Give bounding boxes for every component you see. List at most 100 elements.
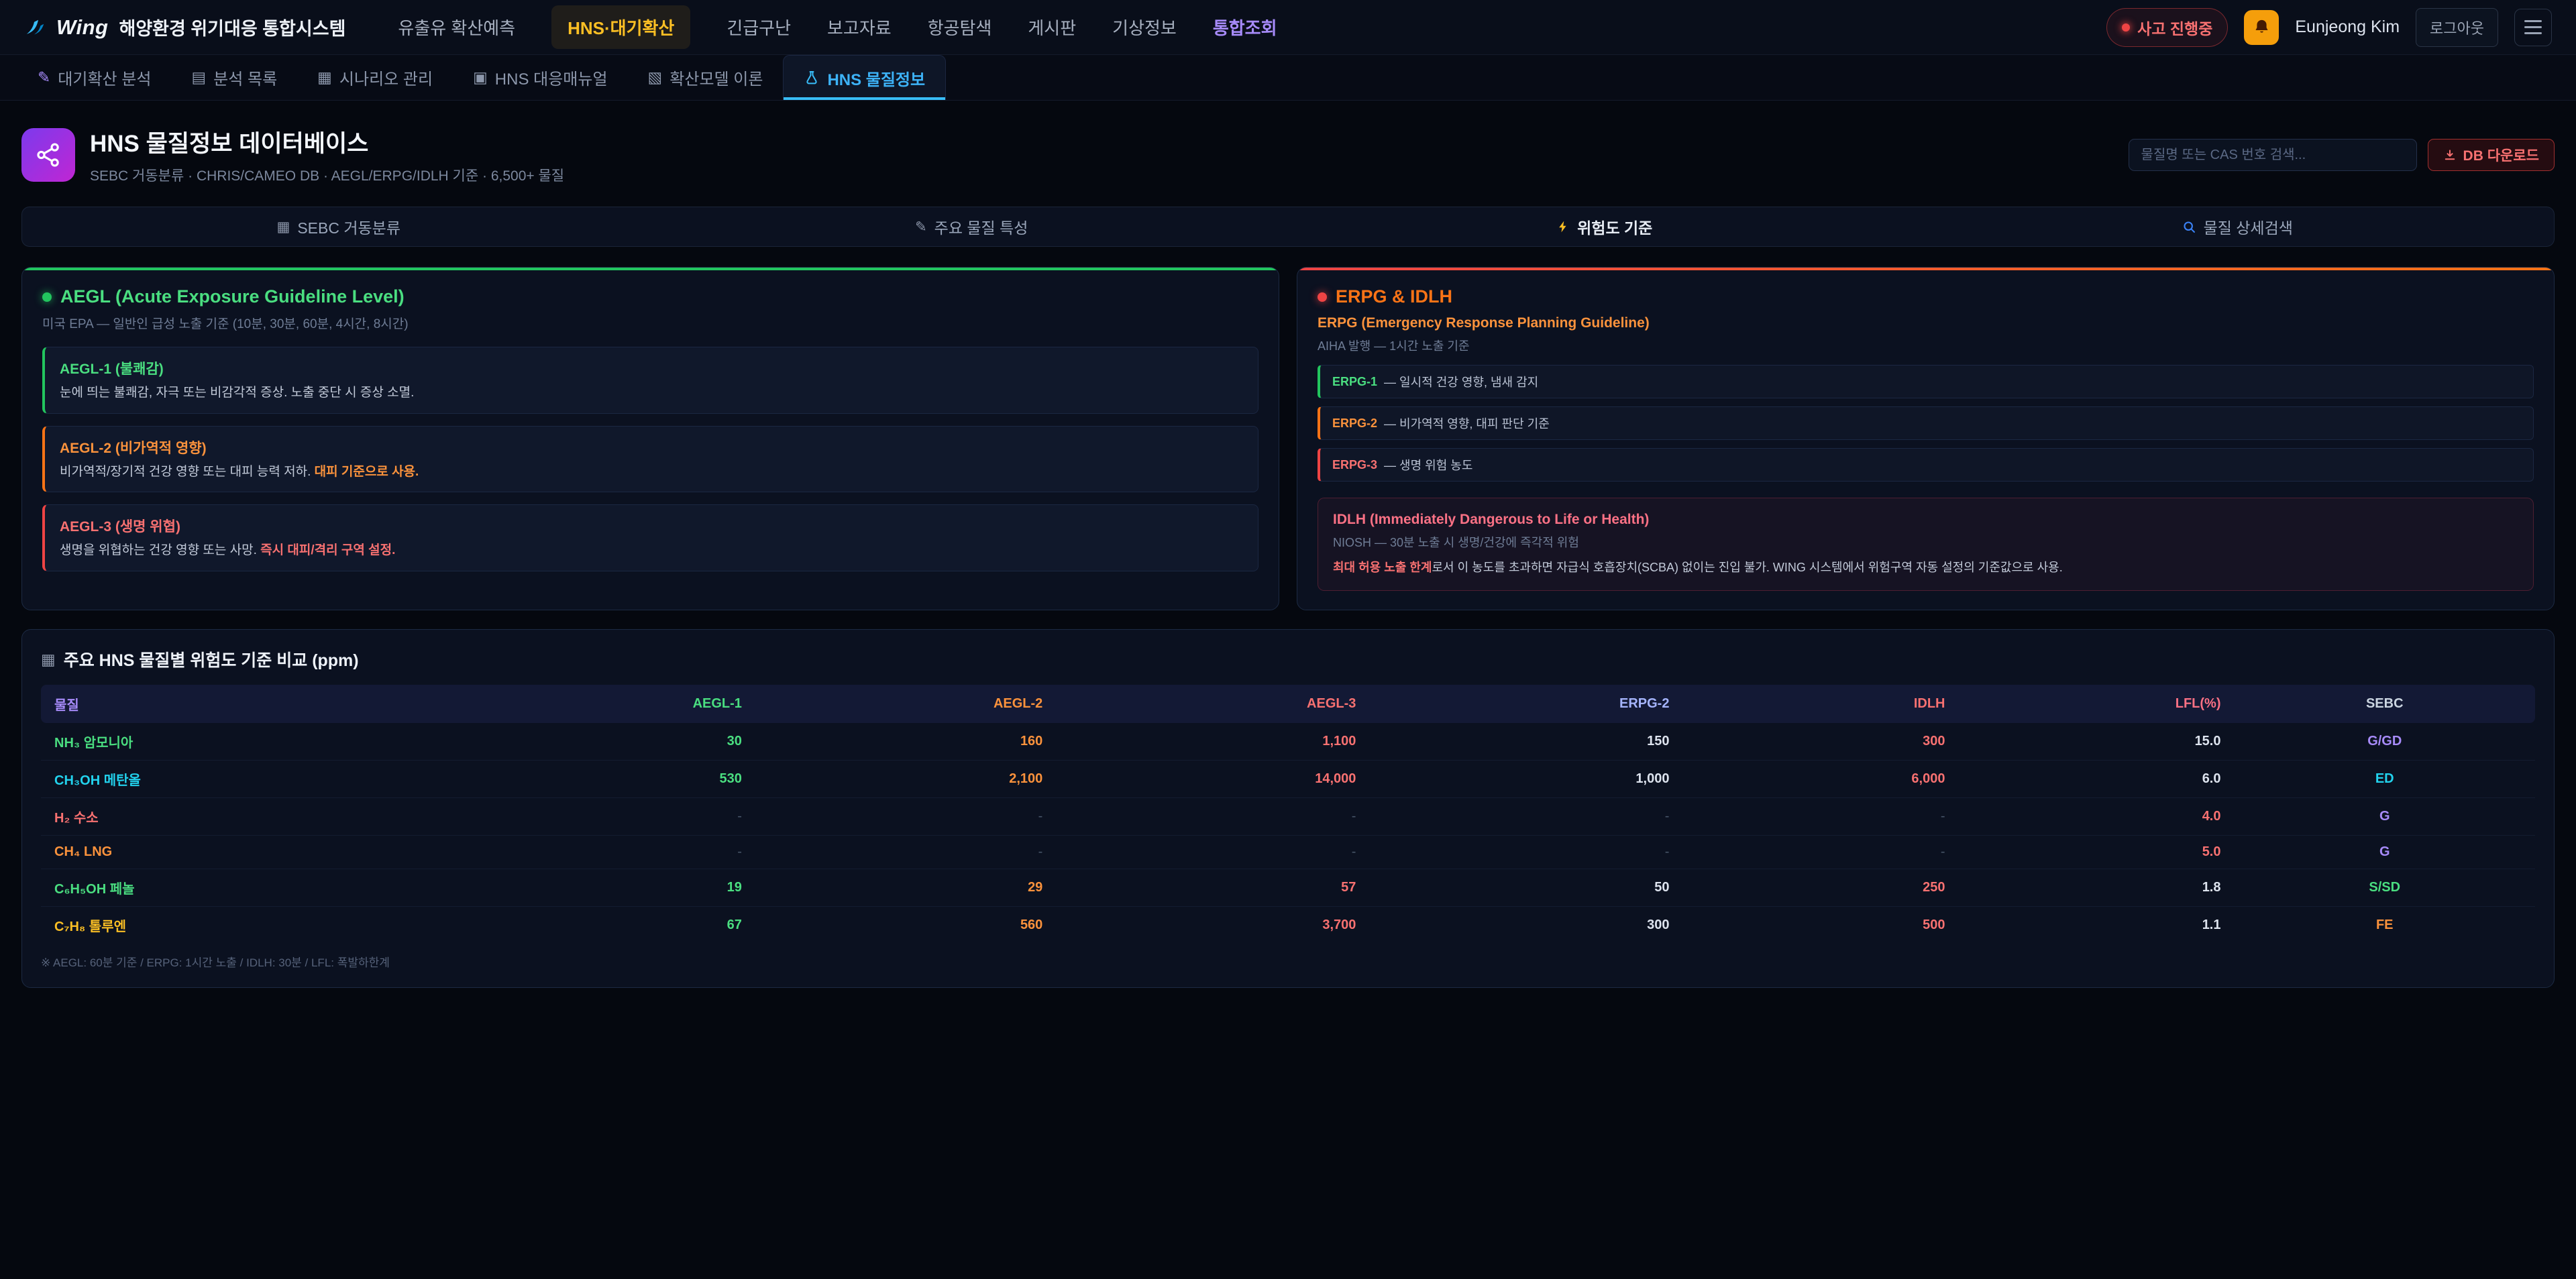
col-header-aegl2: AEGL-2 xyxy=(755,685,1056,723)
cell-idlh: 500 xyxy=(1682,907,1958,944)
cell-erpg2: 150 xyxy=(1369,723,1682,761)
scenario-icon: ▦ xyxy=(317,68,332,87)
cell-lfl: 1.1 xyxy=(1958,907,2234,944)
system-title: 해양환경 위기대응 통합시스템 xyxy=(119,14,345,40)
cell-sebc: G xyxy=(2235,798,2536,836)
tab-diffusion-model-theory[interactable]: ▧ 확산모델 이론 xyxy=(628,55,784,100)
table-row[interactable]: C₆H₅OH 페놀 19 29 57 50 250 1.8 S/SD xyxy=(41,869,2535,907)
erpg-3-row: ERPG-3 — 생명 위험 농도 xyxy=(1318,448,2534,482)
cell-erpg2: - xyxy=(1369,798,1682,836)
cell-idlh: 300 xyxy=(1682,723,1958,761)
status-dot-icon xyxy=(2122,23,2130,32)
section-tab-properties[interactable]: ✎ 주요 물질 특성 xyxy=(655,207,1289,246)
brand[interactable]: Wing 해양환경 위기대응 통합시스템 xyxy=(24,14,345,40)
cell-lfl: 1.8 xyxy=(1958,869,2234,907)
cell-idlh: - xyxy=(1682,798,1958,836)
substance-search-input[interactable] xyxy=(2129,139,2417,171)
cell-idlh: 250 xyxy=(1682,869,1958,907)
nav-item-oil-spill[interactable]: 유출유 확산예측 xyxy=(398,15,515,40)
hamburger-menu-button[interactable] xyxy=(2514,9,2552,46)
idlh-description: 최대 허용 노출 한계로서 이 농도를 초과하면 자급식 호흡장치(SCBA) … xyxy=(1333,559,2518,577)
cell-erpg2: 1,000 xyxy=(1369,761,1682,798)
tab-hns-substance-info[interactable]: HNS 물질정보 xyxy=(783,55,946,100)
cell-aegl1: - xyxy=(467,836,755,869)
page-header: HNS 물질정보 데이터베이스 SEBC 거동분류 · CHRIS/CAMEO … xyxy=(21,125,2555,185)
comparison-table-card: ▦ 주요 HNS 물질별 위험도 기준 비교 (ppm) 물질 AEGL-1 A… xyxy=(21,629,2555,988)
cell-aegl2: - xyxy=(755,836,1056,869)
cell-lfl: 15.0 xyxy=(1958,723,2234,761)
tab-atmospheric-analysis[interactable]: ✎ 대기확산 분석 xyxy=(17,55,171,100)
section-tab-detail-search[interactable]: 물질 상세검색 xyxy=(1921,207,2555,246)
flask-icon xyxy=(804,70,820,86)
table-header-row: 물질 AEGL-1 AEGL-2 AEGL-3 ERPG-2 IDLH LFL(… xyxy=(41,685,2535,723)
aegl-3-title: AEGL-3 (생명 위협) xyxy=(60,516,1243,536)
incident-status-badge[interactable]: 사고 진행중 xyxy=(2106,8,2228,47)
cell-substance: CH₃OH 메탄올 xyxy=(41,761,467,798)
table-row[interactable]: CH₃OH 메탄올 530 2,100 14,000 1,000 6,000 6… xyxy=(41,761,2535,798)
red-dot-icon xyxy=(1318,292,1327,302)
cell-sebc: G/GD xyxy=(2235,723,2536,761)
cell-idlh: - xyxy=(1682,836,1958,869)
tab-hns-response-manual[interactable]: ▣ HNS 대응매뉴얼 xyxy=(453,55,627,100)
erpg-1-row: ERPG-1 — 일시적 건강 영향, 냄새 감지 xyxy=(1318,365,2534,398)
cell-aegl3: 14,000 xyxy=(1056,761,1369,798)
cell-lfl: 4.0 xyxy=(1958,798,2234,836)
table-footnote: ※ AEGL: 60분 기준 / ERPG: 1시간 노출 / IDLH: 30… xyxy=(41,953,2535,970)
cell-substance: C₆H₅OH 페놀 xyxy=(41,869,467,907)
cell-aegl1: 530 xyxy=(467,761,755,798)
nav-item-board[interactable]: 게시판 xyxy=(1028,15,1076,40)
logout-button[interactable]: 로그아웃 xyxy=(2416,8,2498,47)
pencil-icon: ✎ xyxy=(38,68,50,87)
table-row[interactable]: C₇H₈ 톨루엔 67 560 3,700 300 500 1.1 FE xyxy=(41,907,2535,944)
cell-aegl3: 3,700 xyxy=(1056,907,1369,944)
tab-scenario-management[interactable]: ▦ 시나리오 관리 xyxy=(297,55,453,100)
table-row[interactable]: NH₃ 암모니아 30 160 1,100 150 300 15.0 G/GD xyxy=(41,723,2535,761)
tab-analysis-list[interactable]: ▤ 분석 목록 xyxy=(171,55,297,100)
section-tab-hazard-criteria[interactable]: 위험도 기준 xyxy=(1288,207,1921,246)
cell-aegl3: 57 xyxy=(1056,869,1369,907)
nav-item-emergency-rescue[interactable]: 긴급구난 xyxy=(727,15,791,40)
module-tabbar: ✎ 대기확산 분석 ▤ 분석 목록 ▦ 시나리오 관리 ▣ HNS 대응매뉴얼 … xyxy=(0,55,2576,101)
idlh-subtitle: NIOSH — 30분 노출 시 생명/건강에 즉각적 위험 xyxy=(1333,533,2518,551)
nav-item-reports[interactable]: 보고자료 xyxy=(827,15,892,40)
nav-item-hns-atmospheric[interactable]: HNS·대기확산 xyxy=(551,5,690,49)
lightning-icon xyxy=(1556,220,1570,233)
aegl-2-card: AEGL-2 (비가역적 영향) 비가역적/장기적 건강 영향 또는 대피 능력… xyxy=(42,426,1258,493)
idlh-info-box: IDLH (Immediately Dangerous to Life or H… xyxy=(1318,498,2534,591)
comparison-table-title: 주요 HNS 물질별 위험도 기준 비교 (ppm) xyxy=(64,647,359,671)
page: { "colors": { "accent_amber": "#fbbf24",… xyxy=(0,0,2576,1279)
db-download-button[interactable]: DB 다운로드 xyxy=(2428,139,2555,171)
criteria-panels: AEGL (Acute Exposure Guideline Level) 미국… xyxy=(21,267,2555,610)
cell-aegl2: 29 xyxy=(755,869,1056,907)
aegl-3-card: AEGL-3 (생명 위협) 생명을 위협하는 건강 영향 또는 사망. 즉시 … xyxy=(42,504,1258,571)
list-icon: ▤ xyxy=(191,68,206,87)
top-navbar: Wing 해양환경 위기대응 통합시스템 유출유 확산예측 HNS·대기확산 긴… xyxy=(0,0,2576,55)
cell-aegl2: 160 xyxy=(755,723,1056,761)
wing-logo-icon xyxy=(24,15,48,40)
cell-sebc: ED xyxy=(2235,761,2536,798)
col-header-aegl1: AEGL-1 xyxy=(467,685,755,723)
page-title: HNS 물질정보 데이터베이스 xyxy=(90,125,564,159)
table-row[interactable]: CH₄ LNG - - - - - 5.0 G xyxy=(41,836,2535,869)
section-tab-sebc[interactable]: ▦ SEBC 거동분류 xyxy=(22,207,655,246)
hamburger-icon xyxy=(2524,20,2542,22)
nav-item-aerial-search[interactable]: 항공탐색 xyxy=(928,15,992,40)
page-subtitle: SEBC 거동분류 · CHRIS/CAMEO DB · AEGL/ERPG/I… xyxy=(90,165,564,185)
grid-icon: ▦ xyxy=(276,219,290,235)
aegl-2-title: AEGL-2 (비가역적 영향) xyxy=(60,437,1243,457)
table-row[interactable]: H₂ 수소 - - - - - 4.0 G xyxy=(41,798,2535,836)
cell-substance: C₇H₈ 톨루엔 xyxy=(41,907,467,944)
erpg-panel-title: ERPG & IDLH xyxy=(1336,286,1452,307)
nav-item-weather[interactable]: 기상정보 xyxy=(1112,15,1177,40)
download-icon xyxy=(2443,148,2457,162)
cell-lfl: 6.0 xyxy=(1958,761,2234,798)
cell-lfl: 5.0 xyxy=(1958,836,2234,869)
col-header-idlh: IDLH xyxy=(1682,685,1958,723)
cell-aegl3: - xyxy=(1056,798,1369,836)
erpg-idlh-panel: ERPG & IDLH ERPG (Emergency Response Pla… xyxy=(1297,267,2555,610)
notifications-button[interactable] xyxy=(2244,10,2279,45)
cell-sebc: G xyxy=(2235,836,2536,869)
pencil-icon: ✎ xyxy=(915,219,927,235)
nav-item-integrated-search[interactable]: 통합조회 xyxy=(1213,15,1277,40)
brand-wing-text: Wing xyxy=(56,15,108,40)
